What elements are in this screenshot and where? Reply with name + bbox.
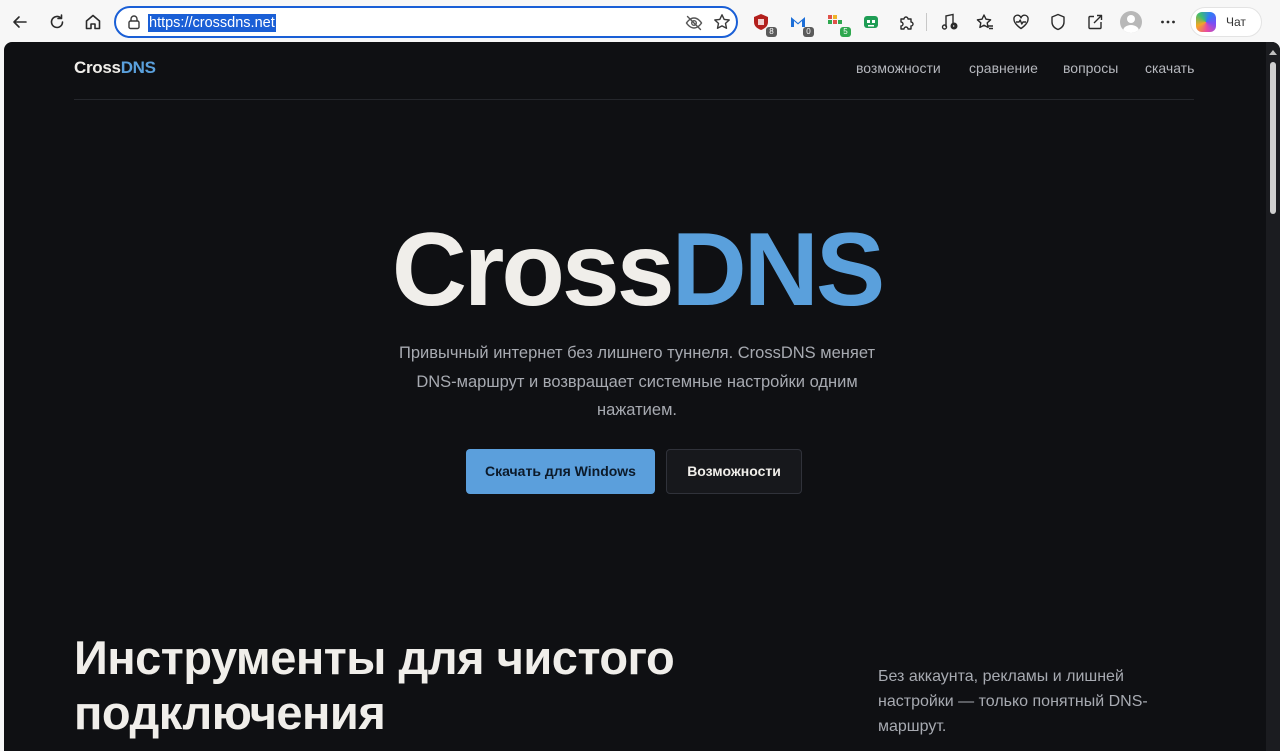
extension-robot-icon[interactable] bbox=[857, 8, 885, 36]
logo-text-dns: DNS bbox=[120, 58, 156, 77]
extension-mail-icon[interactable]: 0 bbox=[784, 8, 814, 37]
section-subtitle: Без аккаунта, рекламы и лишней настройки… bbox=[878, 668, 1148, 735]
section-title: Инструменты для чистого подключения bbox=[74, 631, 675, 739]
scrollbar-thumb[interactable] bbox=[1270, 62, 1276, 214]
hero-title-dns: DNS bbox=[671, 212, 886, 328]
toolbar-separator bbox=[926, 13, 927, 31]
download-windows-button[interactable]: Скачать для Windows bbox=[466, 449, 655, 494]
lock-icon[interactable] bbox=[125, 13, 143, 31]
more-options-icon[interactable] bbox=[1154, 8, 1182, 36]
copilot-chat-button[interactable]: Чат bbox=[1190, 7, 1262, 37]
share-icon[interactable] bbox=[1081, 8, 1109, 36]
refresh-icon[interactable] bbox=[43, 8, 71, 36]
extensions-puzzle-icon[interactable] bbox=[893, 8, 921, 36]
page-viewport: CrossDNS возможности сравнение вопросы с… bbox=[4, 42, 1280, 751]
browser-essentials-icon[interactable] bbox=[1007, 8, 1035, 36]
extension-badge: 0 bbox=[803, 27, 814, 37]
site-logo[interactable]: CrossDNS bbox=[74, 58, 156, 78]
extension-shield-icon[interactable]: 8 bbox=[747, 8, 777, 37]
shield-icon[interactable] bbox=[1044, 8, 1072, 36]
scroll-up-arrow-icon[interactable] bbox=[1269, 50, 1277, 55]
copilot-label: Чат bbox=[1226, 15, 1246, 29]
extension-pixel-icon[interactable]: 5 bbox=[821, 8, 851, 37]
tracking-prevention-icon[interactable] bbox=[684, 13, 704, 33]
nav-link-comparison[interactable]: сравнение bbox=[969, 60, 1038, 76]
profile-avatar[interactable] bbox=[1117, 8, 1145, 36]
features-button[interactable]: Возможности bbox=[666, 449, 802, 494]
hero-title-cross: Cross bbox=[391, 212, 675, 328]
back-icon[interactable] bbox=[6, 8, 34, 36]
nav-link-faq[interactable]: вопросы bbox=[1063, 60, 1118, 76]
favorite-star-icon[interactable] bbox=[712, 12, 732, 32]
url-text[interactable]: https://crossdns.net bbox=[148, 14, 276, 32]
extension-badge: 8 bbox=[766, 27, 777, 37]
hero-title: CrossDNS bbox=[4, 210, 1270, 330]
page-scrollbar[interactable] bbox=[1266, 42, 1280, 751]
favorites-icon[interactable] bbox=[971, 8, 999, 36]
home-icon[interactable] bbox=[79, 8, 107, 36]
media-control-icon[interactable] bbox=[935, 8, 963, 36]
nav-link-download[interactable]: скачать bbox=[1145, 60, 1194, 76]
extension-badge: 5 bbox=[840, 27, 851, 37]
logo-text-cross: Cross bbox=[74, 58, 121, 77]
hero-subtitle: Привычный интернет без лишнего туннеля. … bbox=[398, 344, 876, 419]
browser-toolbar: https://crossdns.net 8 0 5 Чат bbox=[0, 0, 1280, 44]
nav-link-features[interactable]: возможности bbox=[856, 60, 941, 76]
copilot-icon bbox=[1196, 12, 1216, 32]
address-bar[interactable]: https://crossdns.net bbox=[114, 6, 738, 38]
header-divider bbox=[74, 99, 1194, 100]
